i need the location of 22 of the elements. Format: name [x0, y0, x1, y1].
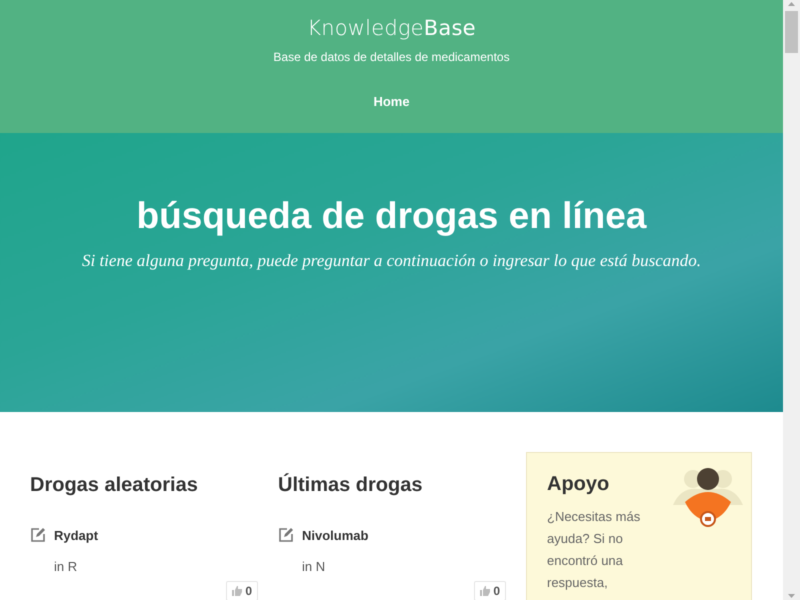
- section-title: Últimas drogas: [278, 474, 424, 497]
- edit-icon: [30, 527, 46, 543]
- scroll-down-icon[interactable]: [787, 591, 796, 600]
- drug-link[interactable]: Nivolumab: [302, 528, 368, 542]
- drug-category: in R: [54, 559, 78, 574]
- support-text: ¿Necesitas más ayuda? Si no encontró una respuesta,: [547, 508, 642, 592]
- hero-title: búsqueda de drogas en línea: [136, 195, 646, 237]
- support-title: Apoyo: [547, 473, 610, 496]
- like-button[interactable]: 0: [226, 581, 258, 600]
- drug-link[interactable]: Rydapt: [54, 528, 98, 542]
- edit-icon: [278, 527, 294, 543]
- like-button[interactable]: 0: [474, 581, 506, 600]
- thumbs-up-icon: [232, 586, 242, 596]
- site-tagline: Base de datos de detalles de medicamentos: [273, 50, 510, 64]
- drug-category: in N: [302, 559, 326, 574]
- hero-subtitle: Si tiene alguna pregunta, puede preguntar a continuación o ingresar lo que está buscando.: [82, 251, 701, 271]
- thumbs-up-icon: [480, 586, 490, 596]
- scrollbar[interactable]: [783, 0, 800, 600]
- scroll-up-icon[interactable]: [787, 0, 796, 9]
- support-agent-icon: [673, 467, 743, 529]
- scrollbar-thumb[interactable]: [785, 11, 798, 53]
- section-title: Drogas aleatorias: [30, 474, 199, 497]
